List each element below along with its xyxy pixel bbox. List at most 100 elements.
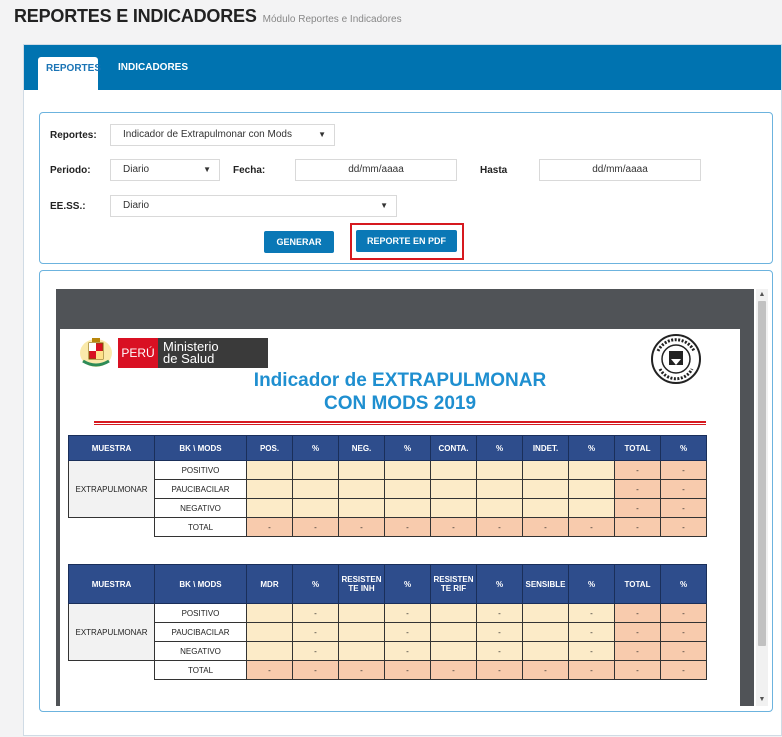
reportes-select-value: Indicador de Extrapulmonar con Mods [123,129,292,140]
table1-header-cell: MUESTRA [68,435,155,461]
table1-header-cell: % [292,435,339,461]
fecha-input[interactable]: dd/mm/aaaa [295,159,457,181]
results-table-1: MUESTRA BK \ MODS POS.% NEG.% CONTA.% INDET.%… [68,435,707,537]
pdf-viewer-toolbar [56,289,754,329]
value-cell [338,622,385,642]
value-cell: - [384,641,431,661]
table-row: PAUCIBACILAR - - [69,479,707,499]
pdf-viewer[interactable]: PERÚ Ministerio de Salud Indicador de EX… [56,289,754,706]
value-cell: - [430,517,477,537]
value-cell: - [568,517,615,537]
value-cell: - [430,660,477,680]
results-table-2: MUESTRA BK \ MODS MDR% RESISTEN TE INH% RESI… [68,564,707,680]
bk-cell: POSITIVO [154,603,247,623]
value-cell: - [568,603,615,623]
table-row: EXTRAPULMONAR POSITIVO - - [68,460,707,518]
scroll-thumb[interactable] [758,301,766,646]
value-cell: - [614,460,661,480]
periodo-select[interactable]: Diario ▼ [110,159,220,181]
reporte-pdf-button[interactable]: REPORTE EN PDF [356,230,457,252]
table2-header-cell: TOTAL [614,564,661,604]
value-cell [476,498,523,518]
value-cell: - [660,479,707,499]
value-cell [430,498,477,518]
table1-header-cell: CONTA. [430,435,477,461]
table1-header-cell: TOTAL [614,435,661,461]
report-viewer-box: PERÚ Ministerio de Salud Indicador de EX… [39,270,773,712]
table2-header-cell: % [384,564,431,604]
tab-indicadores[interactable]: INDICADORES [110,57,196,90]
eess-label: EE.SS.: [50,201,86,212]
value-cell: - [476,622,523,642]
value-cell [568,479,615,499]
hasta-input[interactable]: dd/mm/aaaa [539,159,701,181]
value-cell: - [660,460,707,480]
table2-header-cell: MUESTRA [68,564,155,604]
table1-header-cell: % [568,435,615,461]
peru-label: PERÚ [118,338,158,368]
value-cell: - [522,660,569,680]
value-cell [246,622,293,642]
table-row: NEGATIVO - - - - - - [69,641,707,661]
value-cell: - [476,603,523,623]
bk-cell: NEGATIVO [154,641,247,661]
chevron-down-icon: ▼ [318,130,326,139]
document-title-line1: Indicador de EXTRAPULMONAR [253,370,547,391]
pdf-scrollbar[interactable]: ▲ ▼ [756,289,768,706]
value-cell [430,460,477,480]
page-title: REPORTES E INDICADORES [14,6,257,26]
value-cell: - [660,641,707,661]
scroll-up-icon[interactable]: ▲ [756,289,768,301]
value-cell: - [384,603,431,623]
eess-select[interactable]: Diario ▼ [110,195,397,217]
bk-cell: TOTAL [154,517,247,537]
value-cell [522,498,569,518]
fecha-label: Fecha: [233,165,266,176]
value-cell [292,460,339,480]
value-cell: - [660,660,707,680]
value-cell [522,479,569,499]
value-cell [292,498,339,518]
diresa-seal-icon [651,334,701,384]
value-cell [246,498,293,518]
table1-header-cell: POS. [246,435,293,461]
value-cell [568,460,615,480]
value-cell: - [614,479,661,499]
value-cell: - [292,622,339,642]
value-cell: - [292,517,339,537]
value-cell [522,603,569,623]
value-cell: - [292,641,339,661]
value-cell [384,498,431,518]
value-cell [522,641,569,661]
document-title: Indicador de EXTRAPULMONAR CON MODS 2019 [210,369,590,415]
title-divider [94,421,706,423]
value-cell [384,460,431,480]
scroll-down-icon[interactable]: ▼ [756,694,768,706]
document-title-line2: CON MODS 2019 [323,393,477,414]
muestra-cell: EXTRAPULMONAR [68,603,155,661]
value-cell: - [246,517,293,537]
value-cell: - [476,641,523,661]
value-cell: - [384,660,431,680]
value-cell: - [614,660,661,680]
reportes-select[interactable]: Indicador de Extrapulmonar con Mods ▼ [110,124,335,146]
value-cell: - [338,660,385,680]
value-cell [338,479,385,499]
value-cell: - [338,517,385,537]
table1-header-cell: % [476,435,523,461]
hasta-label: Hasta [480,165,508,176]
value-cell: - [614,622,661,642]
value-cell [384,479,431,499]
table-row: TOTAL - - - - - - - - - - [68,517,707,537]
table1-header-cell: % [384,435,431,461]
title-divider-thin [94,424,706,425]
generar-button[interactable]: GENERAR [264,231,334,253]
table2-header-cell: RESISTEN TE RIF [430,564,477,604]
value-cell: - [660,498,707,518]
value-cell [338,460,385,480]
table2-header-cell: SENSIBLE [522,564,569,604]
tab-reportes[interactable]: REPORTES [38,57,101,90]
empty-cell [68,517,155,537]
periodo-select-value: Diario [123,164,150,175]
value-cell: - [292,660,339,680]
